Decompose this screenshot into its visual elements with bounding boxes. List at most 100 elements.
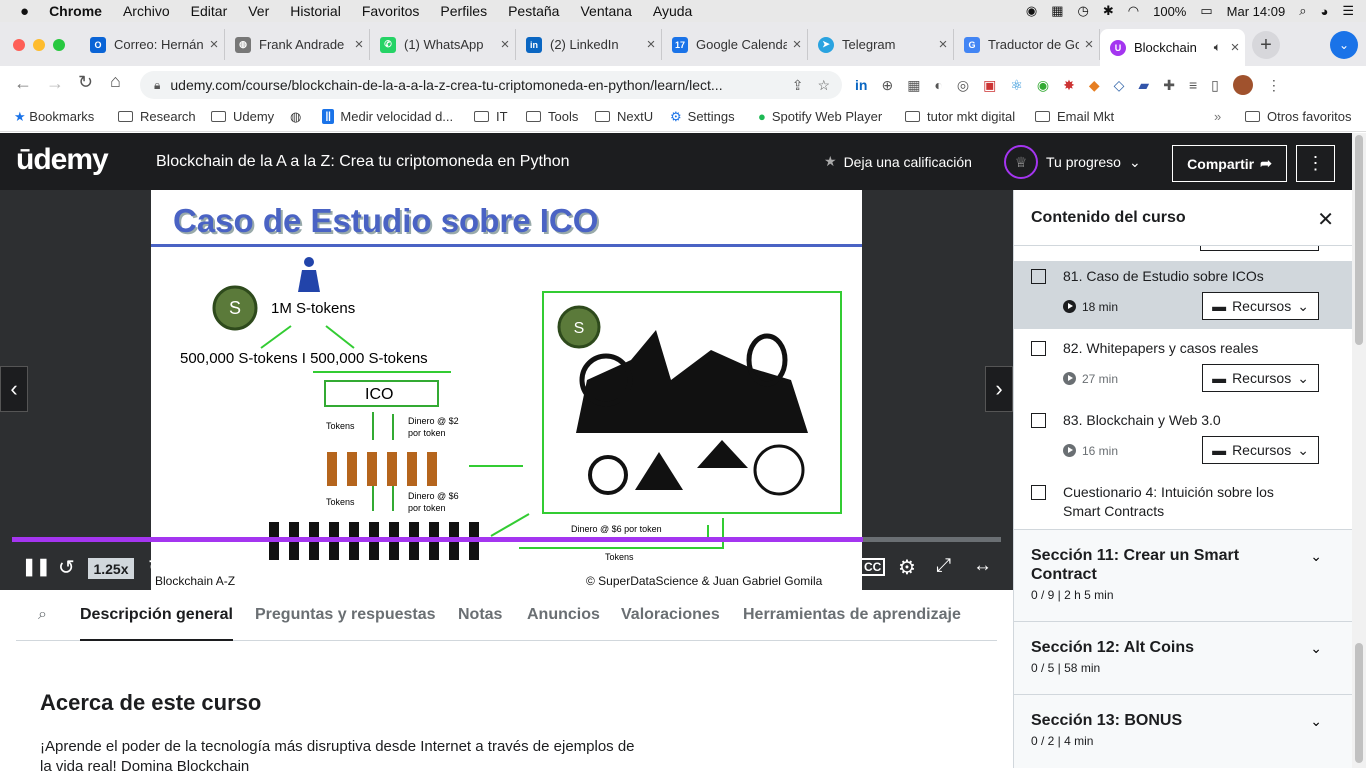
side-panel-icon[interactable]: ▯ [1211, 77, 1219, 94]
battery-icon[interactable]: ▭ [1200, 3, 1212, 19]
close-tab-icon[interactable]: × [787, 36, 807, 53]
extension-icon[interactable]: ◉ [1037, 77, 1049, 94]
tab-frank[interactable]: ◍ Frank Andrade × [225, 29, 370, 60]
close-tab-icon[interactable]: × [204, 36, 224, 53]
home-icon[interactable]: ⌂ [110, 71, 121, 92]
lecture-item-82[interactable]: 82. Whitepapers y casos reales 27 min ▬ R… [1014, 329, 1352, 401]
resources-button[interactable]: ▬ Recursos ⌄ [1202, 292, 1319, 320]
tab-blockchain-active[interactable]: U Blockchain 🔈︎ × [1100, 29, 1245, 66]
sidebar-scrollbar-thumb[interactable] [1355, 643, 1363, 763]
section-13[interactable]: Sección 13: BONUS 0 / 2 | 4 min ⌄ [1014, 694, 1352, 768]
lecture-item-81[interactable]: 81. Caso de Estudio sobre ICOs 18 min ▬ R… [1014, 261, 1352, 329]
profile-avatar[interactable] [1232, 75, 1253, 95]
video-player[interactable]: Caso de Estudio sobre ICO S S 1M S-token… [0, 190, 1013, 590]
control-center-icon[interactable]: ☰ [1342, 3, 1354, 19]
tab-anuncios[interactable]: Anuncios [527, 606, 600, 624]
menu-ayuda[interactable]: Ayuda [653, 3, 692, 19]
resources-button[interactable]: ▬ Recursos ⌄ [1202, 436, 1319, 464]
tab-telegram[interactable]: ➤ Telegram × [808, 29, 954, 60]
extension-icon[interactable]: ▰ [1138, 77, 1149, 94]
fullscreen-icon[interactable]: ⤢ [936, 555, 951, 577]
bookmark-nextu[interactable]: NextU [595, 109, 653, 124]
menu-ver[interactable]: Ver [248, 3, 269, 19]
close-tab-icon[interactable]: × [1225, 39, 1245, 56]
bookmark-settings[interactable]: ⚙ Settings [670, 109, 735, 125]
lock-icon[interactable]: 🔒︎ [154, 78, 160, 93]
bookmark-udemy[interactable]: Udemy [211, 109, 274, 124]
tab-preguntas[interactable]: Preguntas y respuestas [255, 606, 436, 624]
bookmark-research[interactable]: Research [118, 109, 196, 124]
bookmarks-star[interactable]: ★ Bookmarks [14, 109, 94, 125]
bookmark-spotify[interactable]: ● Spotify Web Player [758, 109, 882, 124]
close-tab-icon[interactable]: × [349, 36, 369, 53]
share-page-icon[interactable]: ⇪ [792, 77, 804, 94]
add-note-icon[interactable]: ≡ [290, 557, 301, 578]
bookmark-star-icon[interactable]: ☆ [817, 77, 830, 94]
tab-linkedin[interactable]: in (2) LinkedIn × [516, 29, 662, 60]
maximize-window-button[interactable] [53, 39, 65, 51]
menu-favoritos[interactable]: Favoritos [362, 3, 420, 19]
quiz-item[interactable]: Cuestionario 4: Intuición sobre los Smar… [1014, 473, 1352, 529]
close-tab-icon[interactable]: × [1079, 36, 1099, 53]
search-icon[interactable]: ⌕ [38, 606, 47, 624]
extension-icon[interactable]: ◐ [934, 77, 942, 93]
tab-search-button[interactable]: ⌄ [1330, 31, 1358, 59]
chrome-menu-icon[interactable]: ⋮ [1267, 77, 1281, 94]
speaker-icon[interactable]: 🔈︎ [1214, 40, 1221, 55]
previous-lecture-button[interactable]: ‹ [0, 366, 28, 412]
time-machine-icon[interactable]: ◷ [1078, 3, 1089, 19]
section-12[interactable]: Sección 12: Alt Coins 0 / 5 | 58 min ⌄ [1014, 621, 1352, 694]
minimize-window-button[interactable] [33, 39, 45, 51]
reading-list-icon[interactable]: ≡ [1189, 77, 1197, 93]
next-lecture-button[interactable]: › [985, 366, 1013, 412]
spotlight-icon[interactable]: ⌕ [1299, 3, 1306, 19]
tab-herramientas[interactable]: Herramientas de aprendizaje [743, 606, 961, 624]
new-tab-button[interactable]: + [1252, 31, 1280, 59]
tab-translate[interactable]: G Traductor de Google× [954, 29, 1100, 60]
section-11[interactable]: Sección 11: Crear un Smart Contract 0 / … [1014, 529, 1352, 621]
extensions-puzzle-icon[interactable]: ✚ [1163, 77, 1175, 94]
previous-resources-button-edge[interactable] [1200, 246, 1319, 251]
close-tab-icon[interactable]: × [495, 36, 515, 53]
reload-icon[interactable]: ↻ [78, 72, 93, 93]
globe-bookmark[interactable]: ◍ [290, 109, 301, 125]
transcript-icon[interactable]: ▤ [822, 557, 838, 577]
pause-icon[interactable]: ❚❚ [22, 557, 51, 577]
menu-ventana[interactable]: Ventana [580, 3, 631, 19]
resources-button[interactable]: ▬ Recursos ⌄ [1202, 364, 1319, 392]
metamask-icon[interactable]: ◆ [1089, 77, 1100, 94]
video-progress-bar[interactable] [12, 537, 1001, 542]
extension-icon[interactable]: ▣ [983, 77, 996, 94]
settings-gear-icon[interactable]: ⚙ [898, 555, 916, 580]
apple-icon[interactable]: ● [20, 3, 29, 20]
progress-button[interactable]: ♕ Tu progreso ⌄ [1004, 145, 1141, 179]
lecture-item-83[interactable]: 83. Blockchain y Web 3.0 16 min ▬ Recurso… [1014, 401, 1352, 473]
menu-editar[interactable]: Editar [191, 3, 228, 19]
close-window-button[interactable] [13, 39, 25, 51]
page-scrollbar[interactable] [1352, 133, 1366, 768]
linkedin-extension-icon[interactable]: in [855, 77, 867, 93]
lecture-checkbox[interactable] [1031, 413, 1046, 428]
volume-icon[interactable]: 🔈︎ [784, 557, 794, 577]
rate-course-button[interactable]: ★ Deja una calificación [824, 153, 972, 170]
extension-icon[interactable]: ✸ [1063, 77, 1075, 94]
scrollbar-thumb[interactable] [1355, 135, 1363, 345]
close-tab-icon[interactable]: × [641, 36, 661, 53]
menu-perfiles[interactable]: Perfiles [440, 3, 487, 19]
tab-correo[interactable]: O Correo: Hernán × [80, 29, 225, 60]
lecture-checkbox[interactable] [1031, 269, 1046, 284]
docker-icon[interactable]: ▦ [1051, 3, 1063, 19]
playback-speed-button[interactable]: 1.25x [88, 558, 134, 579]
share-button[interactable]: Compartir ➦ [1172, 145, 1287, 182]
lecture-checkbox[interactable] [1031, 341, 1046, 356]
grid-extension-icon[interactable]: ▦ [907, 77, 920, 94]
extension-icon[interactable]: ◎ [957, 77, 969, 94]
tab-calendar[interactable]: 17 Google Calendar × [662, 29, 808, 60]
status-app-icon[interactable]: ◉ [1026, 3, 1037, 19]
bluetooth-icon[interactable]: ✱ [1103, 3, 1114, 19]
menu-pestana[interactable]: Pestaña [508, 3, 559, 19]
bookmark-it[interactable]: IT [474, 109, 508, 124]
bookmarks-overflow-icon[interactable]: » [1214, 109, 1221, 124]
address-bar[interactable]: 🔒︎ udemy.com/course/blockchain-de-la-a-a… [140, 71, 842, 99]
wifi-icon[interactable]: ◠ [1128, 3, 1139, 19]
